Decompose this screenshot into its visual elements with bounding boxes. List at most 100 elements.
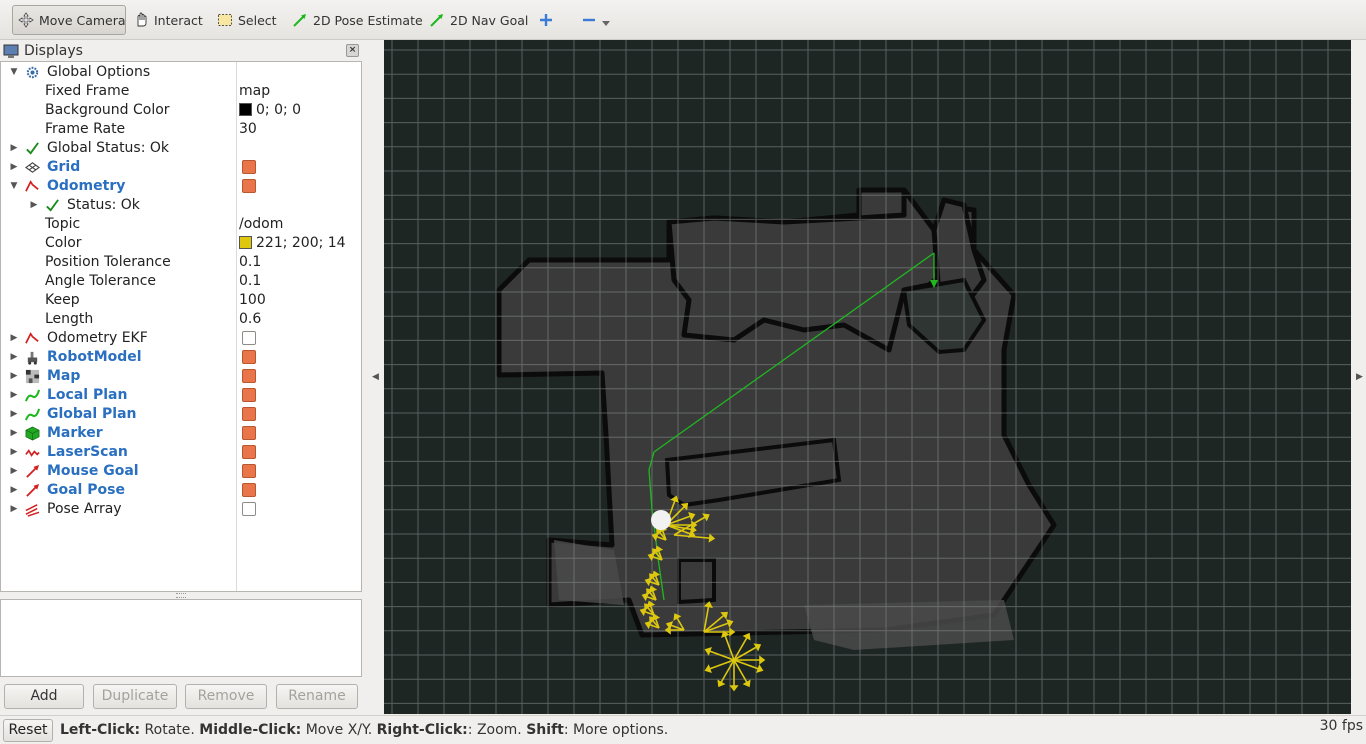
collapsed-arrow-icon[interactable]: ▶ — [9, 481, 19, 500]
tree-row-label: Grid — [47, 159, 81, 175]
collapsed-arrow-icon[interactable]: ▶ — [9, 405, 19, 424]
tree-row-label: LaserScan — [47, 444, 128, 460]
enable-checkbox[interactable] — [242, 464, 256, 478]
reset-button[interactable]: Reset — [3, 719, 53, 742]
tree-row-mouse-goal[interactable]: ▶ Mouse Goal — [1, 462, 361, 481]
add-tool-button[interactable] — [533, 5, 559, 35]
property-background-color[interactable]: Background Color 0; 0; 0 — [1, 101, 361, 120]
pose-estimate-tool[interactable]: 2D Pose Estimate — [287, 5, 428, 35]
move-camera-tool[interactable]: Move Camera — [12, 5, 126, 35]
odometry-icon — [25, 332, 39, 344]
remove-tool-button[interactable] — [576, 5, 615, 35]
enable-checkbox[interactable] — [242, 388, 256, 402]
property-keep[interactable]: Keep 100 — [1, 291, 361, 310]
property-frame-rate[interactable]: Frame Rate 30 — [1, 120, 361, 139]
collapsed-arrow-icon[interactable]: ▶ — [9, 139, 19, 158]
tree-row-label: Odometry — [47, 178, 126, 194]
property-label: Color — [45, 235, 82, 251]
property-value[interactable]: 0.1 — [239, 272, 261, 291]
property-value-color[interactable]: 221; 200; 14 — [239, 234, 346, 253]
odometry-arrowhead — [756, 664, 764, 673]
enable-checkbox[interactable] — [242, 445, 256, 459]
plus-icon — [540, 14, 552, 26]
enable-checkbox[interactable] — [242, 179, 256, 193]
enable-checkbox[interactable] — [242, 483, 256, 497]
tree-row-goal-pose[interactable]: ▶ Goal Pose — [1, 481, 361, 500]
expanded-arrow-icon[interactable]: ▼ — [9, 63, 19, 82]
odometry-arrowhead — [729, 685, 739, 692]
property-value[interactable]: 0.1 — [239, 253, 261, 272]
property-length[interactable]: Length 0.6 — [1, 310, 361, 329]
rename-display-button[interactable]: Rename — [276, 684, 358, 709]
nav-goal-tool[interactable]: 2D Nav Goal — [424, 5, 533, 35]
property-value[interactable]: 30 — [239, 120, 257, 139]
tree-row-global-options[interactable]: ▼ Global Options — [1, 63, 361, 82]
tree-row-global-plan[interactable]: ▶ Global Plan — [1, 405, 361, 424]
enable-checkbox[interactable] — [242, 502, 256, 516]
property-value[interactable]: 0.6 — [239, 310, 261, 329]
displays-tree: ▼ Global Options Fixed Frame map Backgro… — [0, 61, 362, 592]
collapsed-arrow-icon[interactable]: ▶ — [9, 158, 19, 177]
collapsed-arrow-icon[interactable]: ▶ — [9, 329, 19, 348]
tree-row-marker[interactable]: ▶ Marker — [1, 424, 361, 443]
minus-icon — [583, 18, 595, 22]
property-fixed-frame[interactable]: Fixed Frame map — [1, 82, 361, 101]
property-topic[interactable]: Topic /odom — [1, 215, 361, 234]
interact-tool[interactable]: Interact — [128, 5, 208, 35]
tree-row-label: Marker — [47, 425, 103, 441]
close-panel-button[interactable]: × — [346, 44, 359, 57]
enable-checkbox[interactable] — [242, 350, 256, 364]
enable-checkbox[interactable] — [242, 407, 256, 421]
collapsed-arrow-icon[interactable]: ▶ — [9, 386, 19, 405]
tree-row-laserscan[interactable]: ▶ LaserScan — [1, 443, 361, 462]
tree-row-grid[interactable]: ▶ Grid — [1, 158, 361, 177]
pose-arrow-icon — [26, 464, 40, 478]
remove-display-button[interactable]: Remove — [185, 684, 267, 709]
hint-key: Shift — [526, 722, 564, 738]
expanded-arrow-icon[interactable]: ▼ — [9, 177, 19, 196]
property-color[interactable]: Color 221; 200; 14 — [1, 234, 361, 253]
collapse-left-panel-icon[interactable]: ◀ — [372, 372, 379, 382]
property-label: Position Tolerance — [45, 254, 171, 270]
add-display-button[interactable]: Add — [4, 684, 84, 709]
property-value[interactable]: /odom — [239, 215, 283, 234]
enable-checkbox[interactable] — [242, 160, 256, 174]
fps-readout: 30 fps — [1319, 718, 1363, 734]
collapsed-arrow-icon[interactable]: ▶ — [9, 348, 19, 367]
collapsed-arrow-icon[interactable]: ▶ — [9, 443, 19, 462]
checkmark-icon — [26, 142, 39, 155]
tree-row-odometry-status[interactable]: ▶ Status: Ok — [1, 196, 361, 215]
property-value[interactable]: map — [239, 82, 270, 101]
collapsed-arrow-icon[interactable]: ▶ — [9, 367, 19, 386]
property-value-color[interactable]: 0; 0; 0 — [239, 101, 301, 120]
collapse-right-panel-icon[interactable]: ▶ — [1356, 372, 1363, 382]
select-tool[interactable]: Select — [212, 5, 282, 35]
property-value[interactable]: 100 — [239, 291, 266, 310]
duplicate-display-button[interactable]: Duplicate — [93, 684, 177, 709]
tree-row-robotmodel[interactable]: ▶ RobotModel — [1, 348, 361, 367]
collapsed-arrow-icon[interactable]: ▶ — [9, 462, 19, 481]
dropdown-arrow-icon — [602, 21, 610, 26]
tree-row-odometry[interactable]: ▼ Odometry — [1, 177, 361, 196]
enable-checkbox[interactable] — [242, 331, 256, 345]
collapsed-arrow-icon[interactable]: ▶ — [9, 500, 19, 519]
render-viewport[interactable] — [384, 40, 1351, 714]
select-icon — [218, 14, 232, 26]
tree-row-local-plan[interactable]: ▶ Local Plan — [1, 386, 361, 405]
splitter-handle[interactable] — [176, 593, 186, 598]
property-position-tolerance[interactable]: Position Tolerance 0.1 — [1, 253, 361, 272]
property-label: Frame Rate — [45, 121, 126, 137]
interact-label: Interact — [154, 12, 203, 28]
color-value-text: 0; 0; 0 — [256, 102, 302, 118]
property-angle-tolerance[interactable]: Angle Tolerance 0.1 — [1, 272, 361, 291]
enable-checkbox[interactable] — [242, 369, 256, 383]
collapsed-arrow-icon[interactable]: ▶ — [9, 424, 19, 443]
tree-row-odometry-ekf[interactable]: ▶ Odometry EKF — [1, 329, 361, 348]
tree-row-label: Global Options — [47, 64, 151, 80]
tree-row-pose-array[interactable]: ▶ Pose Array — [1, 500, 361, 519]
status-bar: Reset Left-Click: Rotate. Middle-Click: … — [0, 715, 1366, 744]
tree-row-map[interactable]: ▶ Map — [1, 367, 361, 386]
tree-row-global-status[interactable]: ▶ Global Status: Ok — [1, 139, 361, 158]
collapsed-arrow-icon[interactable]: ▶ — [29, 196, 39, 215]
enable-checkbox[interactable] — [242, 426, 256, 440]
